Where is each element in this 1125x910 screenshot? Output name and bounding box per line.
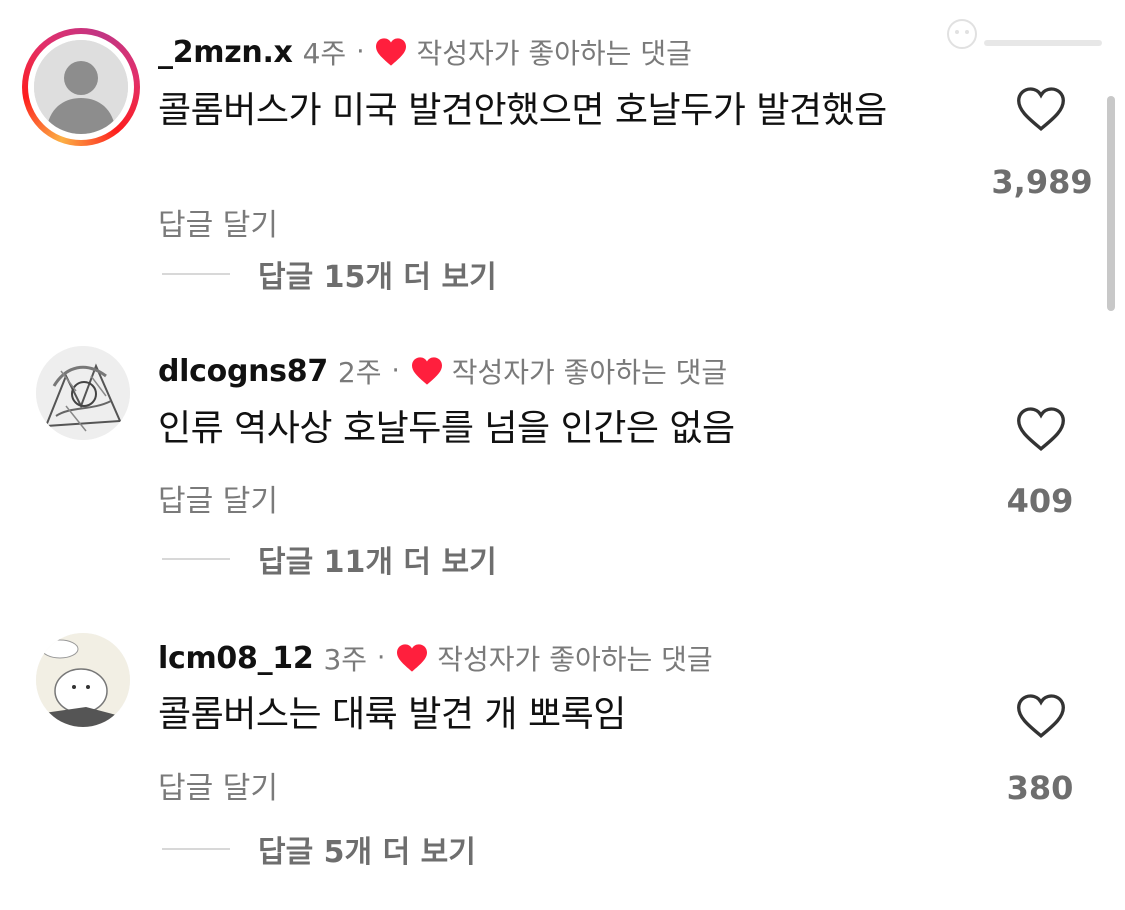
reply-button[interactable]: 답글 달기 <box>158 763 278 807</box>
comment-time: 2주 <box>337 356 382 389</box>
username[interactable]: dlcogns87 <box>158 354 328 389</box>
heart-filled-icon <box>397 644 428 672</box>
separator-dot: · <box>391 356 400 386</box>
comment-text: 콜롬버스가 미국 발견안했으면 호날두가 발견했음 <box>158 90 887 131</box>
replies-divider-line <box>162 273 230 275</box>
avatar[interactable] <box>22 28 140 146</box>
replies-divider-line <box>162 848 230 850</box>
comment-time: 3주 <box>323 643 368 676</box>
comment-header: _2mzn.x 4주 · 작성자가 좋아하는 댓글 <box>158 32 692 72</box>
like-count: 3,989 <box>991 163 1093 201</box>
comment-time: 4주 <box>302 37 347 70</box>
avatar[interactable] <box>36 346 130 440</box>
heart-outline-icon[interactable] <box>1016 86 1066 132</box>
heart-outline-icon[interactable] <box>1016 693 1066 739</box>
like-count: 380 <box>1006 769 1074 807</box>
comment-header: lcm08_12 3주 · 작성자가 좋아하는 댓글 <box>158 638 713 678</box>
view-replies-button[interactable]: 답글 15개 더 보기 <box>162 252 497 296</box>
scrollbar[interactable] <box>1107 96 1115 311</box>
comment-text: 인류 역사상 호날두를 넘을 인간은 없음 <box>158 408 735 449</box>
separator-dot: · <box>356 37 365 67</box>
heart-filled-icon <box>376 38 407 66</box>
reply-button[interactable]: 답글 달기 <box>158 476 278 520</box>
person-silhouette-icon <box>34 40 128 134</box>
avatar-illustration <box>36 346 130 440</box>
view-replies-button[interactable]: 답글 11개 더 보기 <box>162 537 497 581</box>
view-replies-button[interactable]: 답글 5개 더 보기 <box>162 827 476 871</box>
author-liked-label: 작성자가 좋아하는 댓글 <box>437 643 713 676</box>
heart-outline-icon[interactable] <box>1016 406 1066 452</box>
comment-text: 콜롬버스는 대륙 발견 개 뽀록임 <box>158 694 626 735</box>
username[interactable]: _2mzn.x <box>158 35 293 70</box>
like-count: 409 <box>1006 482 1074 520</box>
heart-filled-icon <box>411 357 442 385</box>
view-replies-label: 답글 11개 더 보기 <box>258 545 497 580</box>
avatar-illustration <box>36 633 130 727</box>
reply-button[interactable]: 답글 달기 <box>158 200 278 244</box>
view-replies-label: 답글 15개 더 보기 <box>258 260 497 295</box>
view-replies-label: 답글 5개 더 보기 <box>258 835 476 870</box>
avatar[interactable] <box>36 633 130 727</box>
watermark-logo <box>940 12 1110 62</box>
author-liked-label: 작성자가 좋아하는 댓글 <box>451 356 728 389</box>
separator-dot: · <box>377 643 386 673</box>
author-liked-label: 작성자가 좋아하는 댓글 <box>416 37 692 70</box>
replies-divider-line <box>162 558 230 560</box>
username[interactable]: lcm08_12 <box>158 641 314 676</box>
comment-header: dlcogns87 2주 · 작성자가 좋아하는 댓글 <box>158 351 727 391</box>
